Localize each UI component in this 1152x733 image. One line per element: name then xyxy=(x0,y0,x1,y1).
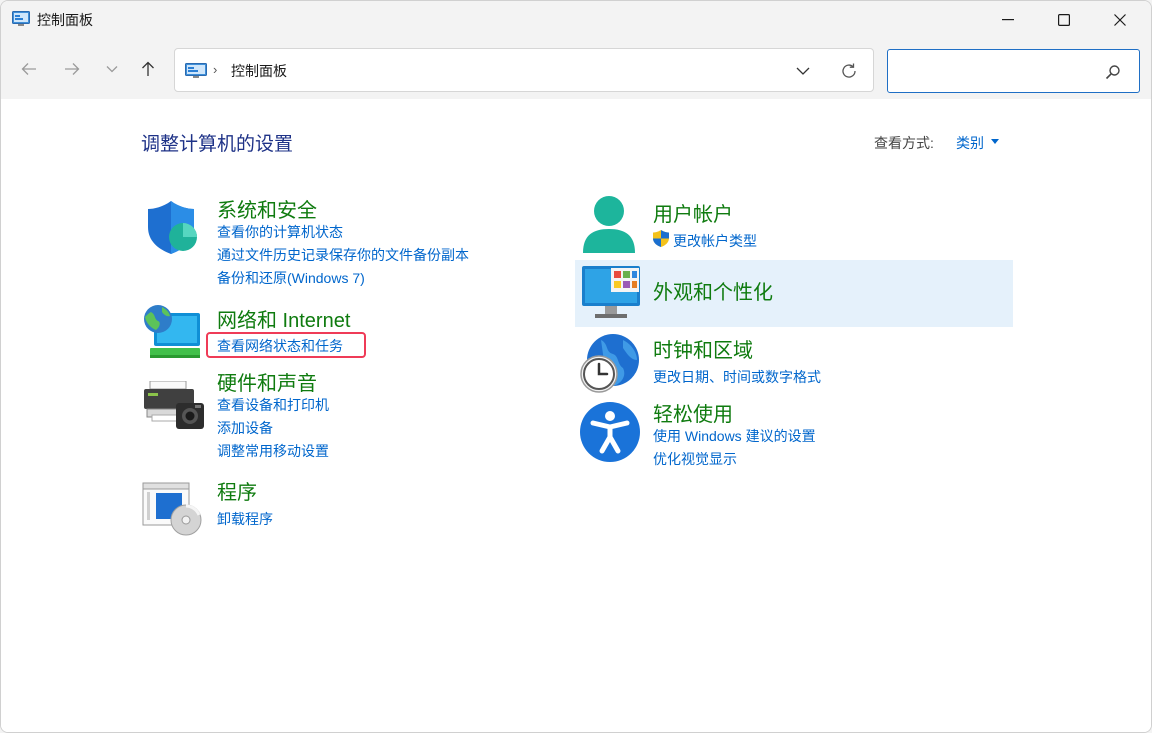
breadcrumb-separator: › xyxy=(213,62,218,77)
link-uninstall-program[interactable]: 卸载程序 xyxy=(217,509,273,529)
window-title: 控制面板 xyxy=(37,12,93,28)
control-panel-window: 控制面板 › 控制面板 调整计算机的设置 查看方式: 类别 系统和安全 查看你的… xyxy=(0,0,1152,733)
link-backup-restore[interactable]: 备份和还原(Windows 7) xyxy=(217,268,365,288)
caret-down-icon[interactable] xyxy=(991,139,999,144)
category-network-internet[interactable]: 网络和 Internet xyxy=(217,304,350,333)
chevron-down-icon xyxy=(106,66,118,73)
clock-globe-icon[interactable] xyxy=(579,332,641,399)
address-dropdown-button[interactable] xyxy=(791,61,815,81)
minimize-icon xyxy=(1002,19,1014,21)
personalization-monitor-icon[interactable] xyxy=(581,264,641,325)
control-panel-icon xyxy=(185,63,207,79)
arrow-up-icon xyxy=(142,61,154,76)
search-input[interactable] xyxy=(887,49,1140,93)
control-panel-icon xyxy=(12,11,30,27)
breadcrumb-control-panel[interactable]: 控制面板 xyxy=(231,61,287,81)
link-file-history-backup[interactable]: 通过文件历史记录保存你的文件备份副本 xyxy=(217,245,469,265)
category-user-accounts[interactable]: 用户帐户 xyxy=(653,198,733,227)
category-system-security[interactable]: 系统和安全 xyxy=(217,194,317,223)
link-change-account-type[interactable]: 更改帐户类型 xyxy=(673,231,757,251)
highlight-annotation xyxy=(206,332,366,358)
title-bar: 控制面板 xyxy=(1,1,1151,39)
link-optimize-visual-display[interactable]: 优化视觉显示 xyxy=(653,449,737,469)
minimize-button[interactable] xyxy=(985,1,1031,39)
link-devices-printers[interactable]: 查看设备和打印机 xyxy=(217,395,329,415)
back-button[interactable] xyxy=(15,55,43,83)
close-button[interactable] xyxy=(1097,1,1143,39)
link-windows-recommended-settings[interactable]: 使用 Windows 建议的设置 xyxy=(653,426,816,446)
category-programs[interactable]: 程序 xyxy=(217,476,257,505)
category-hardware-sound[interactable]: 硬件和声音 xyxy=(217,367,317,396)
recent-locations-button[interactable] xyxy=(98,55,126,83)
chevron-down-icon xyxy=(796,67,810,75)
programs-icon[interactable] xyxy=(142,482,204,543)
page-title: 调整计算机的设置 xyxy=(141,134,294,155)
refresh-button[interactable] xyxy=(837,60,861,82)
accessibility-icon[interactable] xyxy=(579,401,641,468)
printer-icon[interactable] xyxy=(144,380,204,436)
view-by-label: 查看方式: xyxy=(874,135,934,151)
shield-icon[interactable] xyxy=(144,199,200,260)
main-content: 调整计算机的设置 查看方式: 类别 系统和安全 查看你的计算机状态 通过文件历史… xyxy=(1,99,1151,732)
category-ease-of-access[interactable]: 轻松使用 xyxy=(653,398,733,427)
link-change-date-time-format[interactable]: 更改日期、时间或数字格式 xyxy=(653,367,821,387)
close-icon xyxy=(1114,14,1126,26)
refresh-icon xyxy=(842,63,856,78)
link-mobility-settings[interactable]: 调整常用移动设置 xyxy=(217,441,329,461)
forward-button[interactable] xyxy=(58,55,86,83)
maximize-button[interactable] xyxy=(1041,1,1087,39)
link-view-computer-status[interactable]: 查看你的计算机状态 xyxy=(217,222,343,242)
link-add-device[interactable]: 添加设备 xyxy=(217,418,273,438)
uac-shield-icon xyxy=(652,229,670,253)
category-appearance-personalization[interactable]: 外观和个性化 xyxy=(653,276,773,305)
network-globe-icon[interactable] xyxy=(142,303,204,366)
up-button[interactable] xyxy=(134,55,162,83)
category-clock-region[interactable]: 时钟和区域 xyxy=(653,334,753,363)
maximize-icon xyxy=(1058,14,1070,26)
arrow-right-icon xyxy=(65,63,80,75)
arrow-left-icon xyxy=(21,63,36,75)
navigation-bar: › 控制面板 xyxy=(1,39,1151,99)
search-icon xyxy=(1105,65,1120,80)
address-bar[interactable]: › 控制面板 xyxy=(174,48,874,92)
view-by-dropdown[interactable]: 类别 xyxy=(956,133,984,153)
user-account-icon[interactable] xyxy=(581,195,637,262)
